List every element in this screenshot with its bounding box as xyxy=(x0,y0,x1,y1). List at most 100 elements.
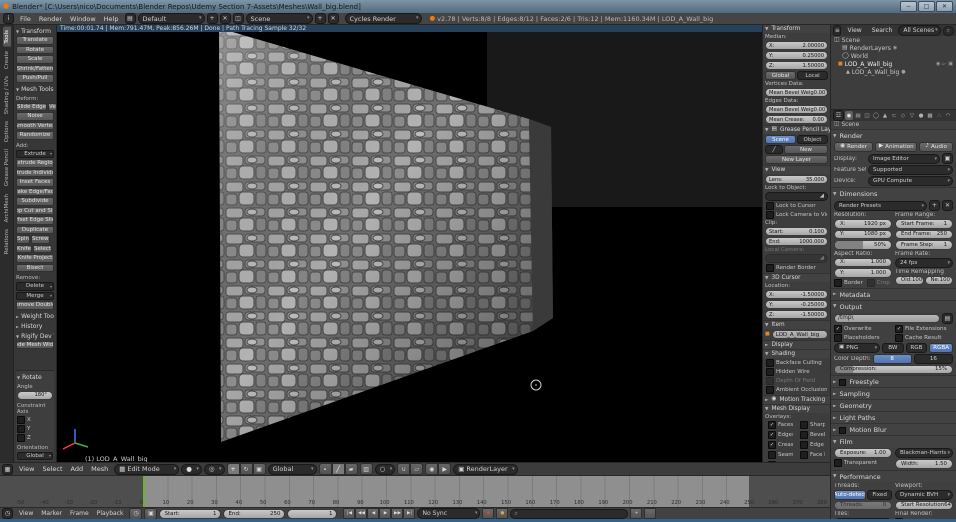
mode-dropdown[interactable]: ▦ Edit Mode xyxy=(114,463,180,475)
tool-button[interactable]: Translate xyxy=(16,36,54,45)
tool-button[interactable]: Rotate xyxy=(16,45,54,54)
gp-new-layer-button[interactable]: New Layer xyxy=(765,155,828,164)
color-bw-button[interactable]: BW xyxy=(882,342,904,353)
lock-time-button[interactable]: ▣ xyxy=(144,507,158,519)
play-button[interactable]: ▶ xyxy=(379,508,392,519)
menu-item[interactable]: Help xyxy=(100,15,123,23)
exposure-field[interactable]: Exposure: 1.00 xyxy=(834,448,892,458)
menu-item[interactable]: Render xyxy=(35,15,66,23)
axis-x-checkbox[interactable]: X xyxy=(17,415,53,424)
delete-keyframe-icon[interactable]: ✕ xyxy=(644,508,657,519)
editor-type-info-button[interactable]: i xyxy=(3,13,14,24)
tool-button[interactable]: Subdivide xyxy=(16,197,54,206)
menu-item[interactable]: File xyxy=(16,15,35,23)
previous-keyframe-button[interactable]: ◀◀ xyxy=(355,508,368,519)
tool-button[interactable]: Noise xyxy=(16,112,54,121)
tool-button[interactable]: Offset Edge Slide xyxy=(16,216,54,225)
outliner-display-dropdown[interactable]: All Scenes xyxy=(898,25,941,36)
tool-button[interactable]: Scale xyxy=(16,55,54,64)
panel-display-header[interactable]: Display xyxy=(763,340,830,349)
panel-shading-header[interactable]: Shading xyxy=(763,349,830,358)
toolshelf-tab-options[interactable]: Options xyxy=(3,118,11,145)
clip-start-field[interactable]: Start: 0.100 xyxy=(765,227,828,236)
tool-button-slide-edge[interactable]: Slide Edge xyxy=(16,102,48,111)
tool-button[interactable]: Randomize xyxy=(16,131,54,140)
cursor-y-field[interactable]: Y: -0.25000 xyxy=(765,300,828,309)
tool-button[interactable]: Bisect xyxy=(16,263,54,272)
panel-item-header[interactable]: Item xyxy=(763,320,830,329)
tab-modifiers[interactable]: ◇ xyxy=(899,111,907,120)
lock-camera-checkbox[interactable]: Lock Camera to View xyxy=(766,211,827,219)
panel-motion-blur-header[interactable]: Motion Blur xyxy=(831,423,956,435)
scene-dropdown[interactable]: Scene xyxy=(245,13,313,24)
tool-button[interactable]: Push/Pull xyxy=(16,74,54,83)
aspect-x-field[interactable]: X: 1.000 xyxy=(834,257,892,267)
editor-type-properties-button[interactable]: ☲ xyxy=(833,110,844,121)
ambient-occlusion-checkbox[interactable]: Ambient Occlusion xyxy=(766,386,827,394)
record-button[interactable]: ● xyxy=(482,508,495,519)
end-frame-field[interactable]: End Frame: 250 xyxy=(895,229,953,239)
keying-set-field[interactable]: ⌕ xyxy=(510,508,629,519)
outliner-search-menu[interactable]: Search xyxy=(868,27,897,34)
border-checkbox[interactable]: Border xyxy=(834,278,863,287)
overlay-creases-checkbox[interactable]: Creases xyxy=(768,441,793,449)
preset-delete-button[interactable]: ✕ xyxy=(942,200,953,211)
threads-autodetect-button[interactable]: Auto-detect xyxy=(834,489,867,500)
tool-button[interactable]: Make Edge/Face xyxy=(16,187,54,196)
panel-view-header[interactable]: View xyxy=(763,165,830,174)
menu-item[interactable]: Marker xyxy=(37,510,66,517)
timeline-end-field[interactable]: End: 250 xyxy=(223,508,286,519)
axis-y-checkbox[interactable]: Y xyxy=(17,424,53,433)
panel-transform-header[interactable]: Transform xyxy=(16,28,54,35)
render-animation-button[interactable]: ▶ Animation xyxy=(875,142,918,152)
menu-item[interactable]: Frame xyxy=(66,510,93,517)
outliner-view-menu[interactable]: View xyxy=(843,27,865,34)
filter-width-field[interactable]: Width: 1.50 xyxy=(895,459,953,469)
panel-render-header[interactable]: Render xyxy=(831,129,956,141)
3d-viewport[interactable]: Time:00:01.74 | Mem:791.47M, Peak:856.26… xyxy=(57,25,762,462)
panel-weight-tools-header[interactable]: Weight Tools xyxy=(16,313,54,320)
panel-performance-header[interactable]: Performance xyxy=(831,469,956,482)
cache-result-checkbox[interactable]: Cache Result xyxy=(895,333,953,342)
edge-bevel-weight-field[interactable]: Mean Bevel Weig 0.00 xyxy=(765,105,828,114)
render-engine-dropdown[interactable]: Cycles Render xyxy=(344,13,422,24)
renderability-camera-icon[interactable]: ▣ xyxy=(948,61,953,67)
hidden-wire-checkbox[interactable]: Hidden Wire xyxy=(766,368,827,376)
panel-output-header[interactable]: Output xyxy=(831,299,956,312)
tab-scene[interactable]: ◫ xyxy=(863,111,871,120)
editor-type-outliner-button[interactable]: ≡ xyxy=(833,25,842,36)
close-button[interactable]: ✕ xyxy=(936,1,953,12)
file-extensions-checkbox[interactable]: File Extensions xyxy=(895,324,953,333)
lock-object-field[interactable]: ◢ xyxy=(765,192,828,201)
menu-item[interactable]: Playback xyxy=(93,510,128,517)
tool-button[interactable]: Loop Cut and Slide xyxy=(16,206,54,215)
pixel-filter-dropdown[interactable]: Blackman-Harris xyxy=(895,448,953,458)
toolshelf-tab-create[interactable]: Create xyxy=(3,48,11,72)
sync-dropdown[interactable]: No Sync xyxy=(417,508,481,519)
tool-button-knife[interactable]: Knife xyxy=(16,244,32,253)
panel-motion-tracking-header[interactable]: ◉Motion Tracking xyxy=(763,395,830,404)
overlay-face-marks-checkbox[interactable]: Face Ma xyxy=(800,451,825,459)
placeholders-checkbox[interactable]: Placeholders xyxy=(834,333,892,342)
remap-old-field[interactable]: Old: 100 xyxy=(895,275,924,285)
toolshelf-tab-archimesh[interactable]: ArchiMesh xyxy=(3,191,11,225)
tool-button[interactable]: Inset Faces xyxy=(16,178,54,187)
preset-add-button[interactable]: + xyxy=(929,200,940,211)
select-mode-edge-button[interactable]: ╱ xyxy=(331,463,345,475)
median-y-field[interactable]: Y: 0.25000 xyxy=(765,51,828,60)
tab-particles[interactable]: ∴ xyxy=(935,111,943,120)
toolshelf-tab-grease-pencil[interactable]: Grease Pencil xyxy=(3,146,11,189)
vertex-bevel-weight-field[interactable]: Mean Bevel Weig 0.00 xyxy=(765,88,828,97)
tab-render-layers[interactable]: ▤ xyxy=(854,111,862,120)
panel-metadata-header[interactable]: Metadata xyxy=(831,287,956,300)
outliner-row-scene[interactable]: ◫ Scene xyxy=(831,36,956,44)
start-resolution-field[interactable]: Start Resolution 64 xyxy=(895,500,953,510)
overlay-bevel-checkbox[interactable]: Bevel xyxy=(800,431,825,439)
jump-to-start-button[interactable]: |◀ xyxy=(343,508,356,519)
tool-button-knife-select[interactable]: Select xyxy=(32,244,52,253)
remap-new-field[interactable]: Ne: 100 xyxy=(924,275,953,285)
panel-history-header[interactable]: History xyxy=(16,323,54,330)
tab-render[interactable]: ◉ xyxy=(845,111,853,120)
overlay-sharp-checkbox[interactable]: Sharp xyxy=(800,421,825,429)
selectability-arrow-icon[interactable]: ▻ xyxy=(942,61,946,67)
